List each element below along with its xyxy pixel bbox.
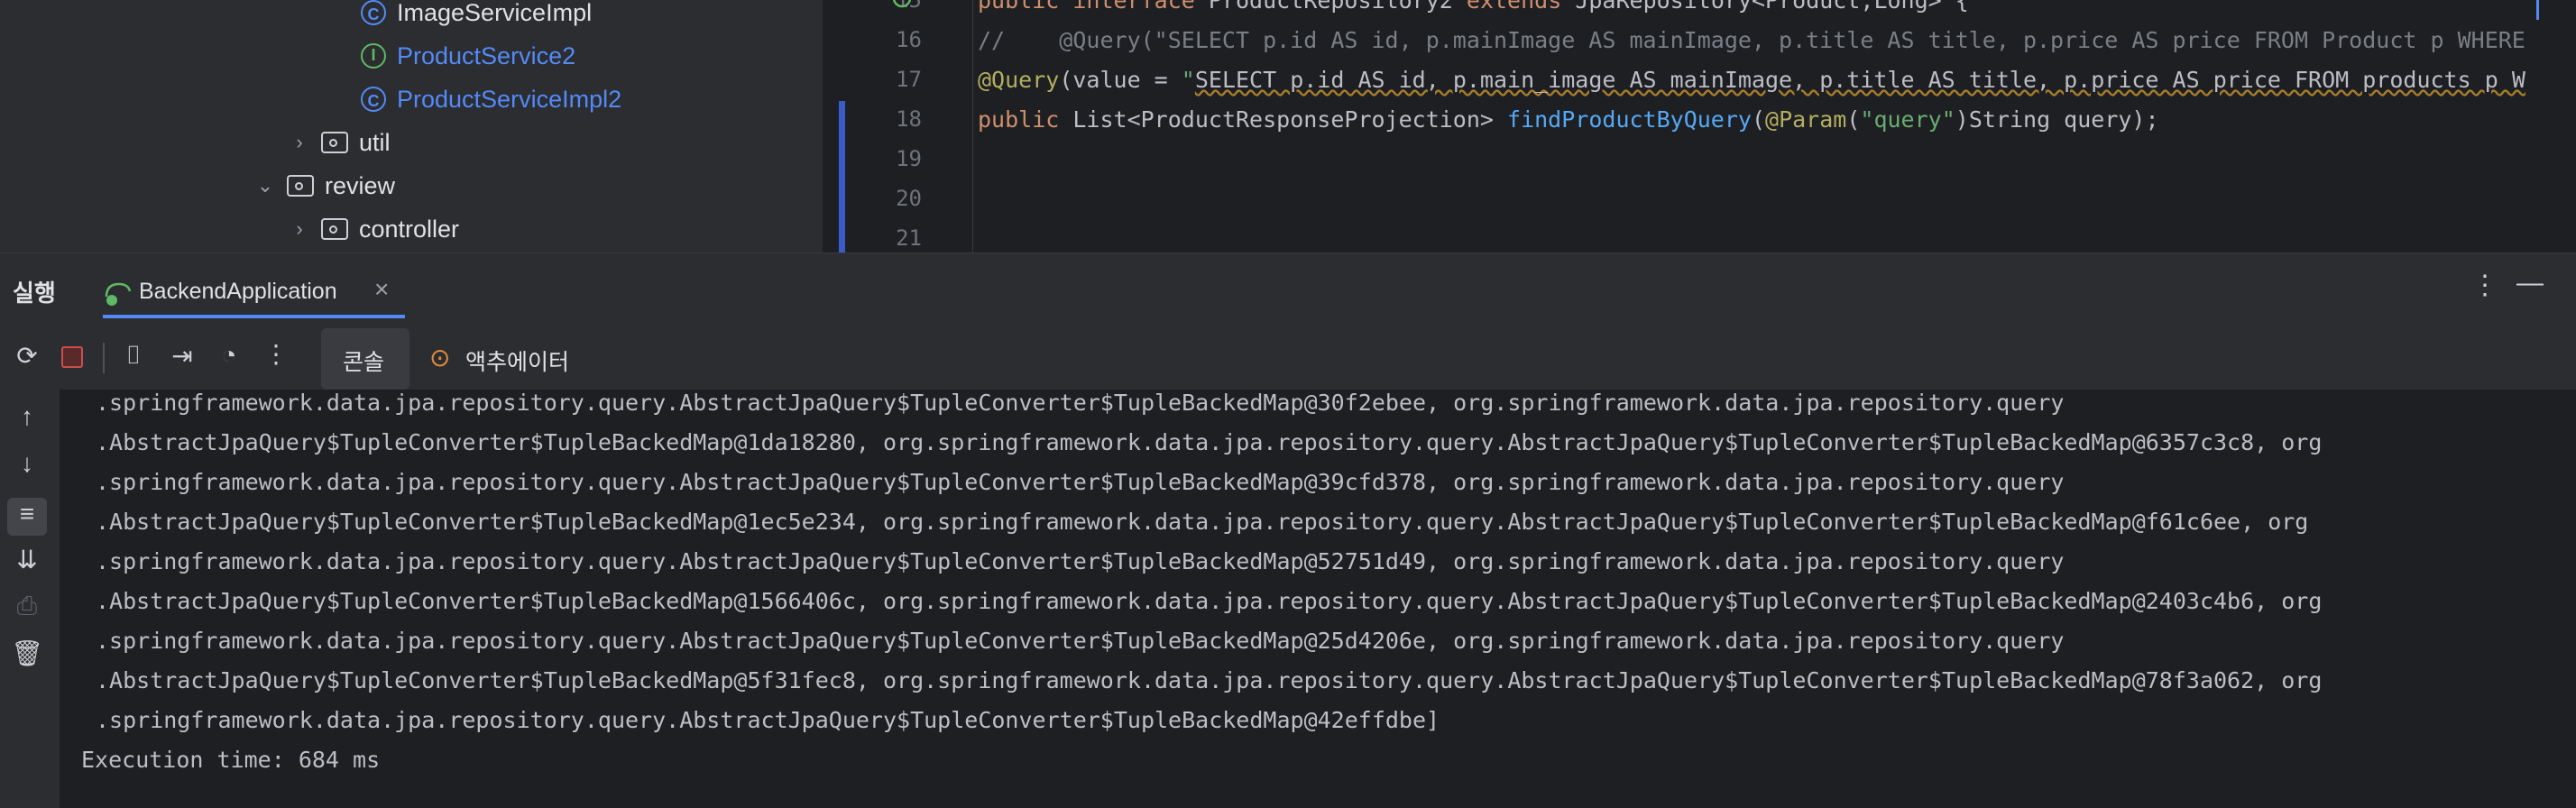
tree-item-controller[interactable]: › controller [285, 207, 459, 251]
scroll-to-end-icon[interactable]: ⇊ [9, 545, 45, 574]
arrow-up-icon[interactable]: ↑ [9, 402, 45, 431]
code-line-17: @Query(value = "SELECT p.id AS id, p.mai… [978, 67, 2525, 93]
folder-icon [321, 218, 348, 240]
tree-item-productserviceimpl2[interactable]: C ProductServiceImpl2 [361, 78, 621, 121]
minimize-icon[interactable]: — [2516, 268, 2544, 298]
execution-time: Execution time: 684 ms [81, 747, 381, 773]
console-line: .AbstractJpaQuery$TupleConverter$TupleBa… [96, 667, 2323, 693]
class-icon: C [361, 87, 386, 112]
close-icon[interactable]: × [374, 275, 389, 304]
chevron-right-icon[interactable]: › [285, 217, 314, 241]
console-line: .AbstractJpaQuery$TupleConverter$TupleBa… [96, 588, 2323, 614]
type-name: List<ProductResponseProjection> [1072, 106, 1494, 133]
run-tab-label: BackendApplication [139, 279, 337, 304]
keyword: public [978, 106, 1060, 133]
console-line: .springframework.data.jpa.repository.que… [96, 628, 2065, 654]
code-editor[interactable]: public interface ProductRepository2 exte… [976, 0, 2576, 252]
method-name: findProductByQuery [1507, 106, 1752, 133]
run-panel-label: 실행 [13, 280, 56, 307]
arrow-down-icon[interactable]: ↓ [9, 449, 45, 478]
active-tab-indicator [103, 315, 405, 318]
trash-icon[interactable]: 🗑 [9, 638, 45, 668]
tree-item-label: review [325, 171, 396, 199]
spring-bean-icon[interactable] [888, 0, 918, 13]
code-text: JpaRepository<Product,Long> { [1575, 0, 1969, 14]
code-line-16: // @Query("SELECT p.id AS id, p.mainImag… [978, 27, 2525, 53]
keyword: interface [1072, 0, 1195, 14]
tree-item-util[interactable]: › util [285, 121, 391, 164]
tree-item-label: controller [359, 215, 460, 243]
stop-icon[interactable] [61, 346, 83, 368]
rerun-icon[interactable]: ⟳ [9, 341, 45, 371]
console-line: .AbstractJpaQuery$TupleConverter$TupleBa… [96, 509, 2309, 535]
tab-actuator-label: 액추에이터 [465, 350, 570, 375]
actuator-icon: ⊙ [429, 344, 451, 372]
profiler-icon[interactable]: ◔ [211, 341, 247, 370]
code-line-18: public List<ProductResponseProjection> f… [978, 106, 2159, 133]
camera-icon[interactable]: ⌷ [115, 341, 152, 371]
line-number: 18 [896, 106, 922, 132]
more-options-icon[interactable]: ⋮ [2471, 270, 2498, 301]
exit-icon[interactable]: ⇥ [164, 341, 200, 371]
annotation: @Query [978, 67, 1060, 93]
tree-item-imageserviceimpl[interactable]: C ImageServiceImpl [361, 0, 592, 34]
gutter-divider [972, 0, 973, 252]
line-number: 19 [896, 146, 922, 171]
line-number: 21 [896, 225, 922, 251]
folder-icon [287, 175, 314, 197]
keyword: extends [1466, 0, 1562, 14]
sql-string: SELECT p.id AS id, p.main_image AS mainI… [1194, 67, 2525, 93]
line-number: 17 [896, 67, 922, 92]
spring-run-icon [105, 282, 132, 306]
chevron-down-icon[interactable]: ⌄ [251, 174, 280, 197]
more-icon[interactable]: ⋮ [258, 339, 294, 369]
code-line-15: public interface ProductRepository2 exte… [978, 0, 1969, 14]
console-side-toolbar: ↑ ↓ ≡ ⇊ ⎙ 🗑 [0, 390, 60, 808]
type-name: ProductRepository2 [1208, 0, 1453, 14]
folder-icon [321, 132, 348, 153]
console-line: .AbstractJpaQuery$TupleConverter$TupleBa… [96, 429, 2323, 455]
tab-console-label: 콘솔 [343, 350, 385, 375]
print-icon[interactable]: ⎙ [9, 592, 45, 621]
code-text: ( [1846, 106, 1861, 133]
interface-icon: I [361, 43, 386, 69]
line-number: 20 [896, 186, 922, 211]
chevron-right-icon[interactable]: › [285, 131, 314, 154]
tree-item-label: ImageServiceImpl [397, 0, 593, 26]
string-quote: " [1181, 67, 1195, 93]
console-output[interactable]: .springframework.data.jpa.repository.que… [60, 390, 2576, 808]
tree-item-label: ProductService2 [397, 41, 576, 69]
tree-item-label: ProductServiceImpl2 [397, 85, 622, 113]
toolbar-divider [103, 343, 105, 373]
soft-wrap-icon: ≡ [19, 500, 35, 528]
tree-item-review[interactable]: ⌄ review [251, 164, 395, 207]
tree-item-label: util [359, 128, 391, 156]
tab-actuator[interactable]: ⊙ 액추에이터 [424, 328, 577, 390]
tree-item-productservice2[interactable]: I ProductService2 [361, 34, 575, 78]
run-tab-backendapplication[interactable]: BackendApplication × [99, 266, 410, 320]
code-text: ( [1751, 106, 1766, 133]
editor-gutter: 15 16 17 18 19 20 21 [823, 0, 976, 252]
class-icon: C [361, 0, 386, 25]
console-line: .springframework.data.jpa.repository.que… [96, 469, 2065, 495]
change-marker [839, 101, 845, 252]
console-line: .springframework.data.jpa.repository.que… [96, 548, 2065, 574]
line-number: 16 [896, 27, 922, 52]
string-literal: "query" [1860, 106, 1955, 133]
tab-console[interactable]: 콘솔 [321, 328, 409, 390]
run-panel-header: 실행 BackendApplication × ⋮ — [0, 252, 2576, 329]
code-text: )String query); [1955, 106, 2159, 133]
soft-wrap-button[interactable]: ≡ [7, 498, 47, 536]
console-line: .springframework.data.jpa.repository.que… [96, 707, 1440, 733]
code-text: (value = [1059, 67, 1182, 93]
keyword: public [978, 0, 1060, 14]
scroll-marker [2536, 0, 2539, 20]
console-line: .springframework.data.jpa.repository.que… [96, 390, 2065, 416]
run-toolbar: ⟳ ⌷ ⇥ ◔ ⋮ 콘솔 ⊙ 액추에이터 [0, 328, 2576, 390]
project-tree: C ImageServiceImpl I ProductService2 C P… [0, 0, 823, 252]
annotation: @Param [1765, 106, 1847, 133]
